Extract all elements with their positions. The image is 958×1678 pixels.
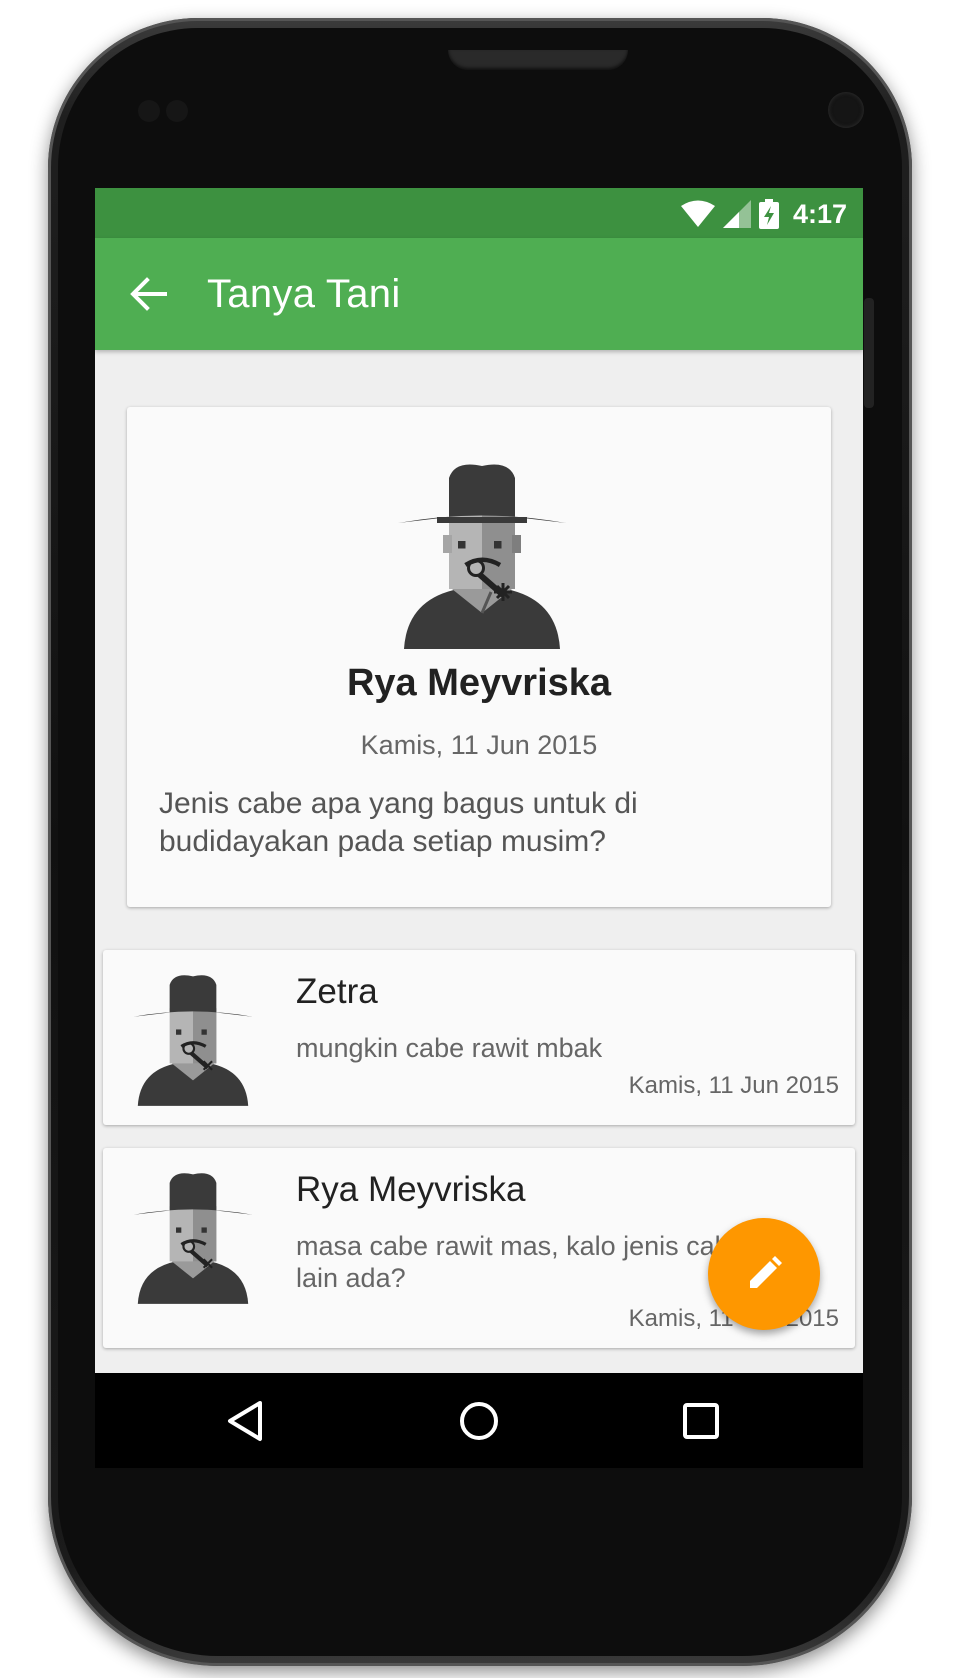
pencil-icon	[750, 1256, 782, 1288]
power-button	[864, 298, 874, 408]
page-title: Tanya Tani	[207, 272, 401, 316]
user-avatar-icon	[133, 1173, 253, 1304]
compose-answer-button[interactable]	[708, 1218, 820, 1330]
light-sensor	[166, 100, 188, 122]
app-toolbar: Tanya Tani	[95, 238, 863, 350]
wifi-icon	[680, 200, 715, 227]
user-avatar-icon	[398, 464, 566, 649]
recents-square-icon[interactable]	[675, 1395, 727, 1447]
answer-date: Kamis, 11 Jun 2015	[628, 1072, 839, 1099]
question-date: Kamis, 11 Jun 2015	[360, 730, 598, 760]
home-circle-icon[interactable]	[453, 1395, 505, 1447]
question-author: Rya Meyvriska	[346, 662, 612, 704]
status-bar: 4:17	[95, 188, 863, 238]
system-nav-bar	[95, 1373, 863, 1468]
user-avatar-icon	[133, 975, 253, 1106]
answer-text: mungkin cabe rawit mbak	[296, 1033, 603, 1063]
signal-icon	[722, 200, 751, 228]
answer-author: Rya Meyvriska	[296, 1170, 526, 1209]
earpiece-speaker	[448, 50, 628, 70]
battery-charging-icon	[758, 199, 779, 229]
arrow-back-icon[interactable]	[129, 274, 169, 314]
app-screen: 4:17 Tanya Tani Rya Meyvriska Kamis, 11 …	[95, 188, 863, 1468]
proximity-sensor	[138, 100, 160, 122]
question-card: Rya Meyvriska Kamis, 11 Jun 2015 Jenis c…	[127, 407, 831, 907]
back-triangle-icon[interactable]	[220, 1395, 272, 1447]
answer-item[interactable]: Zetra mungkin cabe rawit mbak Kamis, 11 …	[103, 950, 855, 1125]
front-camera	[828, 92, 864, 128]
answer-author: Zetra	[296, 972, 378, 1011]
question-text: Jenis cabe apa yang bagus untuk di budid…	[159, 787, 638, 858]
status-time: 4:17	[792, 198, 847, 229]
